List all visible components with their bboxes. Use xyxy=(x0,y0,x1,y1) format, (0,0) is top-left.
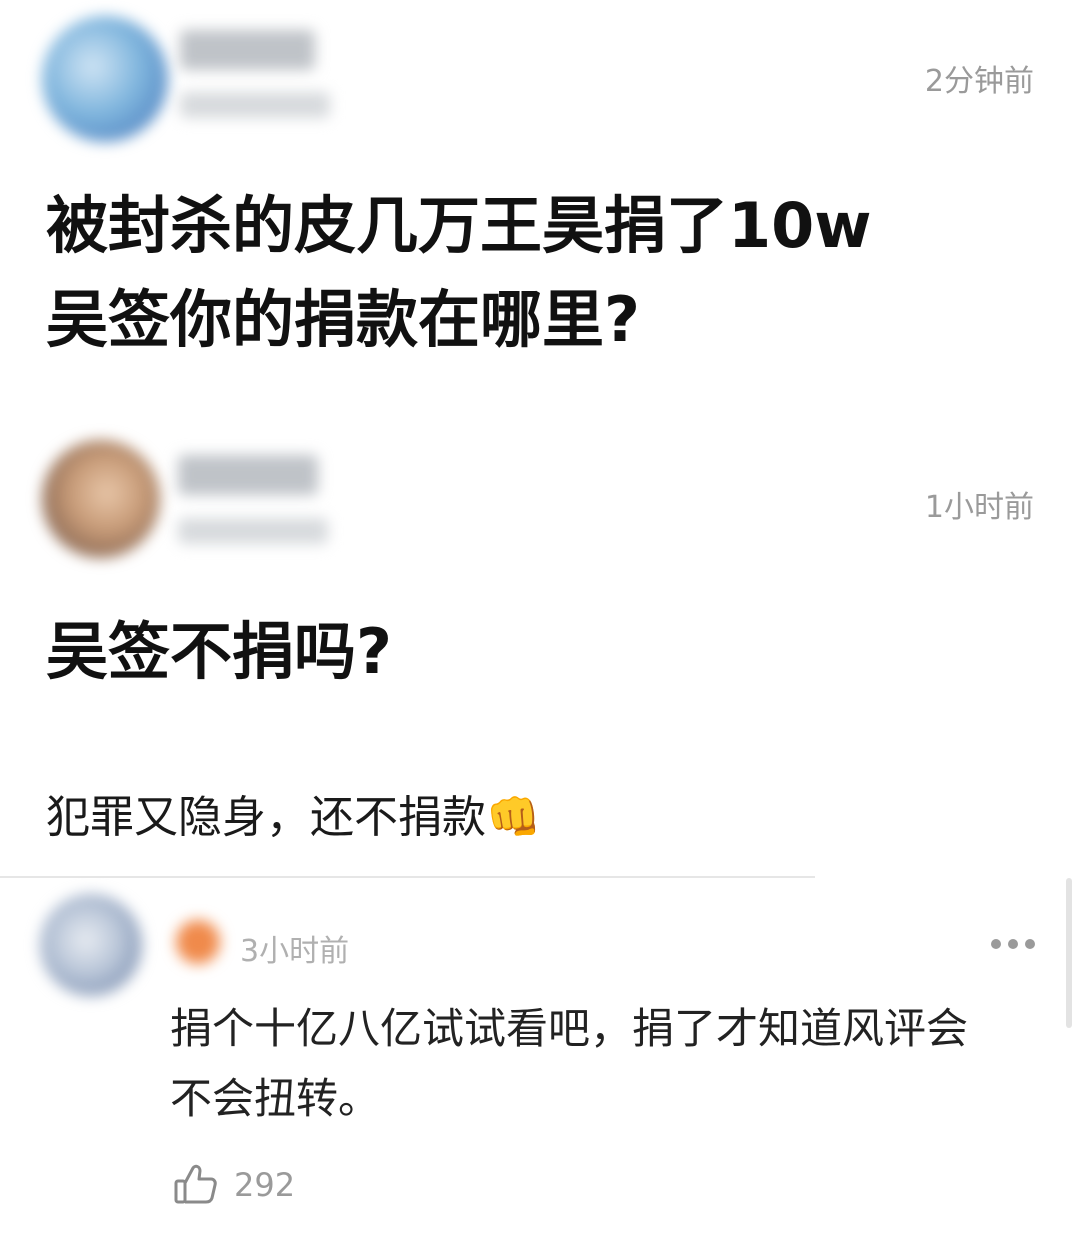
avatar[interactable] xyxy=(42,16,168,142)
caption-text: 犯罪又隐身，还不捐款👊 xyxy=(46,790,541,846)
comment-text-line: 吴签你的捐款在哪里? xyxy=(46,283,640,356)
comment-text-line: 吴签不捐吗? xyxy=(46,615,392,688)
reply-time: 3小时前 xyxy=(240,934,350,969)
like-button[interactable]: 292 xyxy=(172,1156,312,1212)
caption-label: 犯罪又隐身，还不捐款 xyxy=(46,792,486,843)
username-blurred[interactable] xyxy=(180,30,315,70)
comment-time: 1小时前 xyxy=(924,490,1034,525)
username-blurred[interactable] xyxy=(178,455,318,495)
user-meta-blurred xyxy=(180,92,330,118)
fist-emoji-icon: 👊 xyxy=(486,792,541,843)
user-meta-blurred xyxy=(178,518,328,544)
comment-text-line: 被封杀的皮几万王昊捐了10w xyxy=(46,189,872,262)
reply-text-line: 不会扭转。 xyxy=(170,1074,381,1123)
more-dots-icon[interactable] xyxy=(990,935,1036,949)
reply-text-line: 捐个十亿八亿试试看吧，捐了才知道风评会 xyxy=(170,1004,969,1053)
avatar[interactable] xyxy=(40,894,142,996)
scrollbar[interactable] xyxy=(1066,878,1072,1028)
like-count: 292 xyxy=(234,1166,296,1204)
divider xyxy=(0,876,815,878)
comment-time: 2分钟前 xyxy=(924,64,1034,99)
avatar[interactable] xyxy=(42,440,160,558)
thumbs-up-icon xyxy=(172,1160,220,1208)
user-badge-blurred xyxy=(176,920,220,964)
